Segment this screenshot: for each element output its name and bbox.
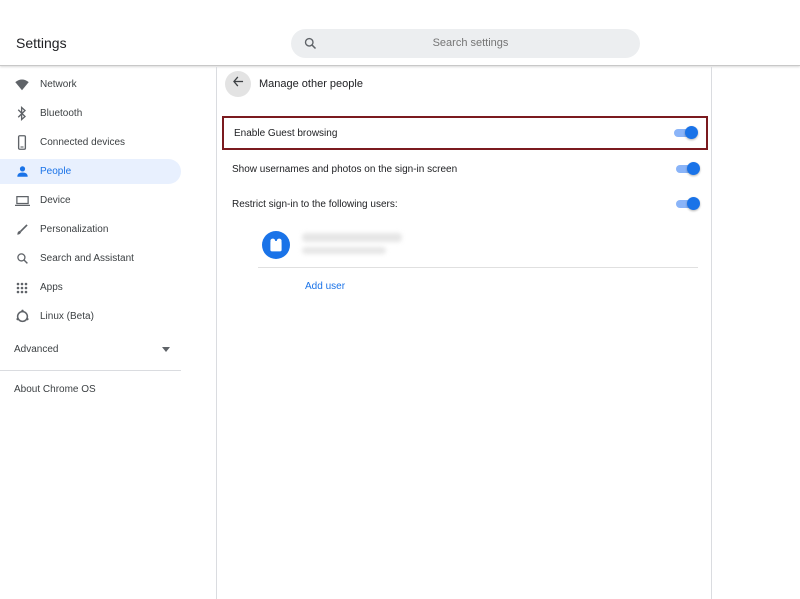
sidebar-item-label: Linux (Beta) [40, 311, 94, 322]
sidebar-item-advanced[interactable]: Advanced [14, 344, 170, 355]
setting-label: Enable Guest browsing [234, 127, 338, 139]
sidebar-item-label: People [40, 166, 72, 177]
sidebar-item-label: Bluetooth [40, 108, 83, 119]
sidebar-item-apps[interactable]: Apps [0, 275, 181, 300]
person-icon [14, 164, 30, 180]
sidebar-item-label: Network [40, 79, 77, 90]
wifi-icon [14, 77, 30, 93]
show-usernames-toggle[interactable] [676, 162, 700, 175]
sidebar: Network Bluetooth Connected devices Peop… [0, 67, 217, 599]
sidebar-item-connected-devices[interactable]: Connected devices [0, 130, 181, 155]
back-button[interactable] [225, 71, 251, 97]
sidebar-item-label: Apps [40, 282, 63, 293]
arrow-back-icon [232, 75, 245, 93]
setting-label: Show usernames and photos on the sign-in… [232, 163, 458, 175]
sidebar-item-personalization[interactable]: Personalization [0, 217, 181, 242]
search-placeholder: Search settings [432, 37, 509, 49]
blurred-username [302, 233, 402, 242]
brush-icon [14, 222, 30, 238]
page-title: Manage other people [259, 78, 363, 90]
advanced-label: Advanced [14, 344, 59, 355]
sidebar-item-label: Connected devices [40, 137, 126, 148]
bluetooth-icon [14, 106, 30, 122]
sidebar-item-device[interactable]: Device [0, 188, 181, 213]
user-list-item [258, 226, 698, 268]
sidebar-item-label: Device [40, 195, 71, 206]
setting-label: Restrict sign-in to the following users: [232, 198, 398, 210]
sidebar-item-search-and-assistant[interactable]: Search and Assistant [0, 246, 181, 271]
restrict-sign-in-toggle[interactable] [676, 197, 700, 210]
laptop-icon [14, 193, 30, 209]
header: Settings Search settings [0, 0, 800, 66]
sidebar-item-linux[interactable]: Linux (Beta) [0, 304, 181, 329]
sidebar-item-bluetooth[interactable]: Bluetooth [0, 101, 181, 126]
linux-icon [14, 309, 30, 325]
search-input[interactable]: Search settings [291, 29, 640, 58]
avatar [262, 231, 290, 259]
sidebar-item-label: Search and Assistant [40, 253, 134, 264]
setting-row-show-usernames: Show usernames and photos on the sign-in… [222, 152, 708, 186]
sidebar-item-label: Personalization [40, 224, 109, 235]
sidebar-item-network[interactable]: Network [0, 72, 181, 97]
add-user-button[interactable]: Add user [305, 281, 345, 292]
setting-row-guest-browsing: Enable Guest browsing [222, 116, 708, 150]
main-panel: Manage other people Enable Guest browsin… [218, 67, 712, 599]
sidebar-divider [0, 370, 181, 371]
sidebar-item-about[interactable]: About Chrome OS [14, 384, 96, 395]
caret-down-icon [162, 344, 170, 355]
search-icon [14, 251, 30, 267]
blurred-email [302, 247, 386, 254]
apps-grid-icon [14, 280, 30, 296]
setting-row-restrict-sign-in: Restrict sign-in to the following users: [222, 187, 708, 221]
sidebar-item-people[interactable]: People [0, 159, 181, 184]
guest-browsing-toggle[interactable] [674, 126, 698, 139]
app-title: Settings [16, 35, 67, 51]
phone-icon [14, 135, 30, 151]
